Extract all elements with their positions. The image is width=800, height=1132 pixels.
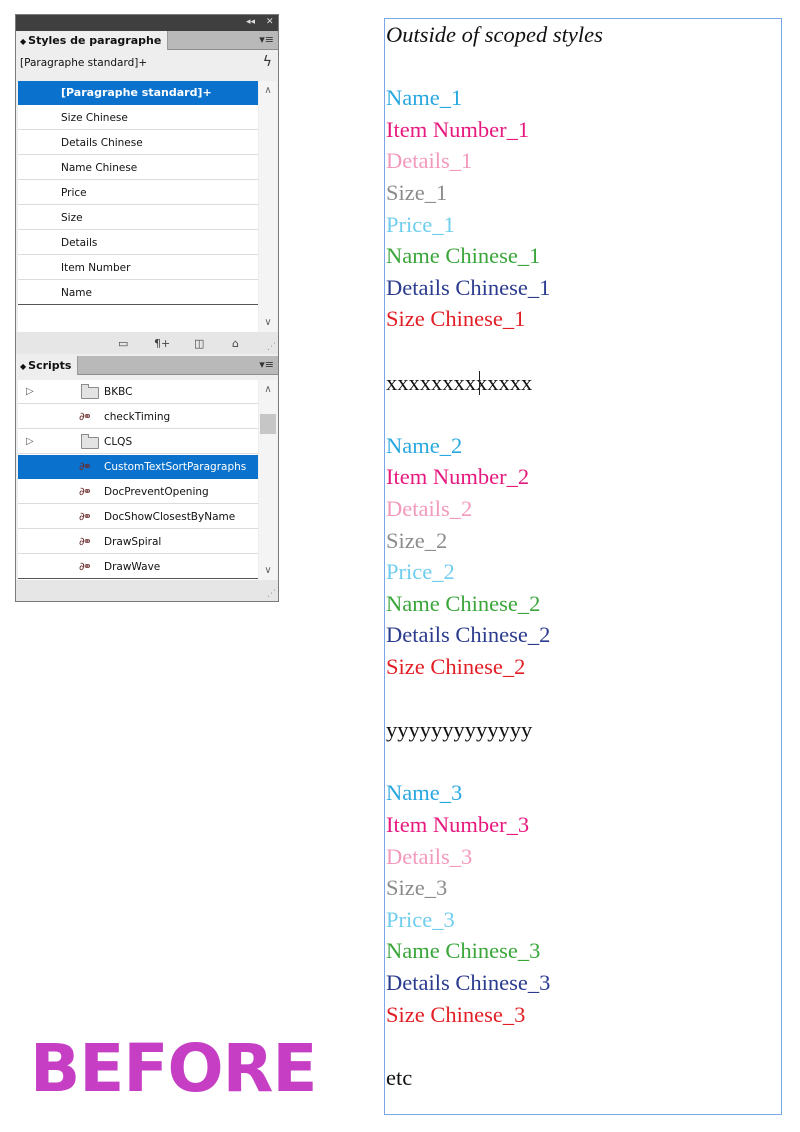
styles-scrollbar[interactable]: ∧ ∨ xyxy=(259,81,277,332)
style-item[interactable]: Details xyxy=(18,231,258,255)
paragraph-line: Name Chinese_3 xyxy=(386,938,541,964)
paragraph-line: Details_2 xyxy=(386,496,473,521)
tab-paragraph-styles[interactable]: ◆ Styles de paragraphe xyxy=(16,31,169,50)
script-item[interactable]: ∂⚭ CustomTextSortParagraphs xyxy=(18,455,258,479)
paragraph-line: Size_2 xyxy=(386,527,448,553)
script-item[interactable]: ∂⚭ DocPreventOpening xyxy=(18,480,258,504)
style-item[interactable]: Name xyxy=(18,281,258,305)
paragraph-line: Size Chinese_2 xyxy=(386,654,526,679)
scroll-up-icon[interactable]: ∧ xyxy=(259,384,277,395)
panel-menu-icon[interactable]: ▾≡ xyxy=(259,33,274,47)
paragraph-line: Details Chinese_2 xyxy=(386,622,551,648)
script-icon: ∂⚭ xyxy=(79,510,92,523)
expand-triangle-icon[interactable]: ▷ xyxy=(26,430,34,454)
resize-grip-icon[interactable]: ⋰ xyxy=(267,589,276,599)
paragraph-line: Details Chinese_1 xyxy=(386,274,551,300)
paragraph-line: Details_1 xyxy=(386,148,473,174)
paragraph-line: xxxxxxxxxxxxx xyxy=(386,369,533,395)
paragraph-line: Item Number_2 xyxy=(386,464,530,490)
scroll-up-icon[interactable]: ∧ xyxy=(259,85,277,96)
scripts-list: ▷ BKBC ∂⚭ checkTiming ▷ CLQS ∂⚭ CustomTe… xyxy=(18,380,258,580)
scripts-tabrow: ◆ Scripts ▾≡ xyxy=(16,356,278,375)
script-icon: ∂⚭ xyxy=(79,410,92,423)
paragraph-line: Details Chinese_3 xyxy=(386,970,551,995)
tab-toggle-icon: ◆ xyxy=(20,362,27,371)
before-label: BEFORE xyxy=(30,1030,317,1107)
panel-menu-icon[interactable]: ▾≡ xyxy=(259,358,274,372)
paragraph-line: Size_3 xyxy=(386,875,448,901)
close-icon[interactable]: ✕ xyxy=(266,16,274,29)
script-folder-item[interactable]: ▷ CLQS xyxy=(18,430,258,454)
paragraph-line: yyyyyyyyyyyyy xyxy=(386,717,533,743)
paragraph-line: Price_2 xyxy=(386,559,455,585)
script-icon: ∂⚭ xyxy=(79,535,92,548)
styles-footer: ▭ ¶+ ◫ ⌂ ⋰ xyxy=(16,332,278,354)
paragraph-line: Outside of scoped styles xyxy=(386,22,603,47)
script-item[interactable]: ∂⚭ DocShowClosestByName xyxy=(18,505,258,529)
tab-scripts[interactable]: ◆ Scripts xyxy=(16,356,79,375)
paragraph-line: Size_1 xyxy=(386,180,448,205)
paragraph-line: Name_1 xyxy=(386,85,463,111)
style-item[interactable]: Size xyxy=(18,206,258,230)
paragraph-line: Name Chinese_2 xyxy=(386,590,541,616)
folder-icon xyxy=(81,434,99,449)
expand-triangle-icon[interactable]: ▷ xyxy=(26,380,34,404)
paragraph-line: Name_2 xyxy=(386,432,463,458)
paragraph-line: Name_3 xyxy=(386,780,463,806)
script-folder-item[interactable]: ▷ BKBC xyxy=(18,380,258,404)
panel-titlebar: ◂◂ ✕ xyxy=(16,15,278,31)
style-item[interactable]: Item Number xyxy=(18,256,258,280)
collapse-icon[interactable]: ◂◂ xyxy=(246,16,255,29)
trash-icon[interactable]: ⌂ xyxy=(232,337,239,350)
scripts-footer: ⋰ xyxy=(16,580,278,601)
style-item[interactable]: Price xyxy=(18,181,258,205)
style-item[interactable]: [Paragraphe standard]+ xyxy=(18,81,258,105)
current-style-label: [Paragraphe standard]+ xyxy=(20,57,148,69)
style-item[interactable]: Details Chinese xyxy=(18,131,258,155)
paragraph-line: Item Number_1 xyxy=(386,116,530,142)
text-cursor xyxy=(479,371,480,395)
paragraph-line: Size Chinese_3 xyxy=(386,1001,526,1027)
indesign-panel: ◂◂ ✕ ◆ Styles de paragraphe ▾≡ [Paragraph… xyxy=(15,14,279,602)
scroll-thumb[interactable] xyxy=(260,414,276,434)
scripts-scrollbar[interactable]: ∧ ∨ xyxy=(259,380,277,580)
style-item[interactable]: Size Chinese xyxy=(18,106,258,130)
quick-apply-icon[interactable]: ϟ xyxy=(263,54,272,70)
style-item[interactable]: Name Chinese xyxy=(18,156,258,180)
script-item[interactable]: ∂⚭ checkTiming xyxy=(18,405,258,429)
script-item[interactable]: ∂⚭ DrawSpiral xyxy=(18,530,258,554)
script-item[interactable]: ∂⚭ DrawWave xyxy=(18,555,258,579)
tab-toggle-icon: ◆ xyxy=(20,37,27,46)
paragraph-line: etc xyxy=(386,1064,413,1090)
folder-icon xyxy=(81,384,99,399)
paragraph-line: Item Number_3 xyxy=(386,812,530,837)
script-icon: ∂⚭ xyxy=(79,460,92,473)
paragraph-line: Price_3 xyxy=(386,906,455,932)
script-icon: ∂⚭ xyxy=(79,485,92,498)
paragraph-line: Details_3 xyxy=(386,843,473,869)
paragraph-line: Size Chinese_1 xyxy=(386,306,526,332)
script-icon: ∂⚭ xyxy=(79,560,92,573)
new-page-icon[interactable]: ◫ xyxy=(194,337,204,350)
paragraph-styles-tabrow: ◆ Styles de paragraphe ▾≡ xyxy=(16,31,278,50)
paragraph-line: Name Chinese_1 xyxy=(386,243,541,269)
paragraph-line: Price_1 xyxy=(386,211,455,237)
new-style-icon[interactable]: ¶+ xyxy=(154,337,170,350)
paragraph-styles-list: [Paragraphe standard]+ Size Chinese Deta… xyxy=(18,81,258,332)
scroll-down-icon[interactable]: ∨ xyxy=(259,317,277,328)
scroll-down-icon[interactable]: ∨ xyxy=(259,565,277,576)
resize-grip-icon[interactable]: ⋰ xyxy=(267,342,276,352)
folder-icon[interactable]: ▭ xyxy=(118,337,128,350)
